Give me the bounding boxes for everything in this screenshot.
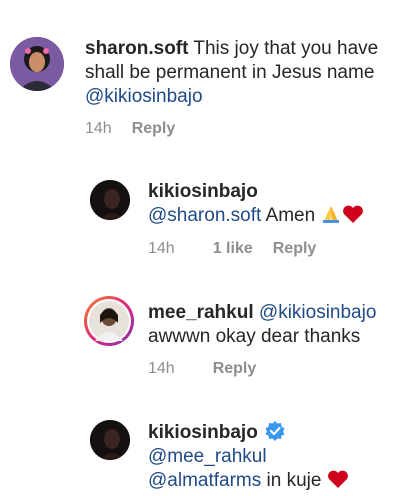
comment-text: mee_rahkul @kikiosinbajo awwwn okay dear…	[148, 301, 403, 349]
username[interactable]: kikiosinbajo	[148, 422, 258, 443]
timestamp: 14h	[148, 360, 175, 377]
folded-hands-icon	[320, 204, 342, 231]
avatar[interactable]	[10, 37, 64, 91]
comment-body: Amen	[261, 205, 316, 226]
timestamp: 14h	[85, 120, 112, 137]
reply-button[interactable]: Reply	[273, 240, 317, 257]
red-heart-icon	[327, 469, 349, 496]
comment-text: sharon.soft This joy that you have shall…	[85, 37, 385, 109]
mention-link[interactable]: @sharon.soft	[148, 205, 261, 226]
comment-text: kikiosinbajo @mee_rahkul @almatfarms in …	[148, 421, 383, 496]
username[interactable]: kikiosinbajo	[148, 181, 258, 202]
comment-meta: 14h 1 like Reply	[148, 240, 336, 258]
username[interactable]: sharon.soft	[85, 38, 188, 59]
comment-meta: 14h Reply	[85, 120, 195, 138]
reply-button[interactable]: Reply	[132, 120, 176, 137]
avatar[interactable]	[90, 180, 130, 220]
comment-body: awwwn okay dear thanks	[148, 326, 361, 347]
timestamp: 14h	[148, 240, 175, 257]
avatar[interactable]	[84, 296, 134, 346]
avatar[interactable]	[90, 420, 130, 460]
avatar-photo	[89, 301, 129, 341]
mention-link[interactable]: @kikiosinbajo	[85, 86, 203, 107]
avatar-photo	[90, 420, 130, 460]
comment-text: kikiosinbajo @sharon.soft Amen	[148, 180, 398, 231]
red-heart-icon	[342, 204, 364, 231]
username[interactable]: mee_rahkul	[148, 302, 254, 323]
mention-link[interactable]: @almatfarms	[148, 470, 261, 491]
comment-body: in kuje	[261, 470, 322, 491]
avatar-photo	[10, 37, 64, 91]
mention-link[interactable]: @kikiosinbajo	[259, 302, 377, 323]
verified-badge-icon	[265, 421, 285, 441]
comment-meta: 14h Reply	[148, 360, 276, 378]
avatar-photo	[90, 180, 130, 220]
likes-count[interactable]: 1 like	[213, 240, 253, 257]
mention-link[interactable]: @mee_rahkul	[148, 446, 267, 467]
reply-button[interactable]: Reply	[213, 360, 257, 377]
